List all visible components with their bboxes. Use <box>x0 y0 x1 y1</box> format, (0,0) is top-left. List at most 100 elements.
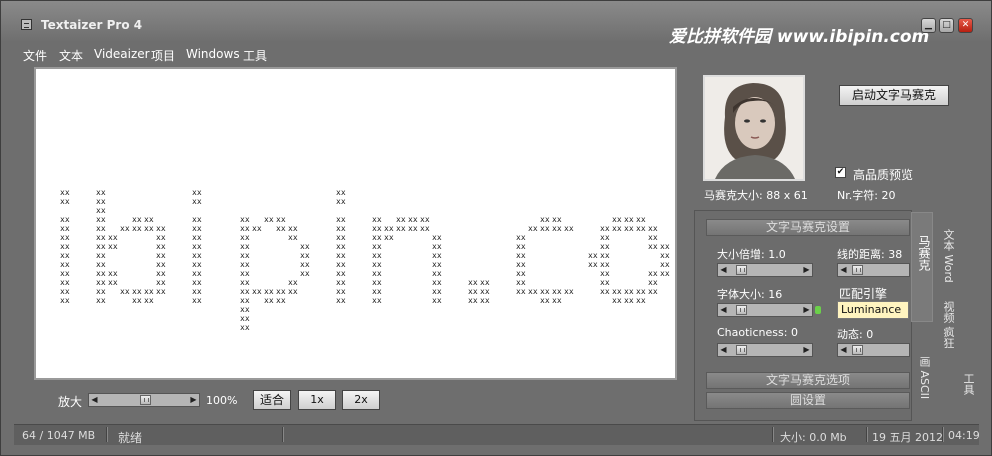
slider-thumb[interactable] <box>736 265 747 275</box>
mosaic-canvas[interactable]: xx xx xx xx xx xx xx xx xx xx xx xx xx xx xx xx xx xx xx xx… <box>34 67 677 380</box>
tab-tools[interactable]: 工具 <box>958 373 976 413</box>
chaoticness-label: Chaoticness: 0 <box>717 326 798 339</box>
dynamic-label: 动态: 0 <box>837 328 874 341</box>
mosaic-char: xx <box>108 269 118 278</box>
dynamic-slider[interactable]: ◀ <box>837 343 910 357</box>
mosaic-char: xx <box>336 242 346 251</box>
mosaic-char: xx <box>120 287 130 296</box>
status-state: 就绪 <box>118 431 143 445</box>
arrow-right-icon[interactable]: ▶ <box>802 305 811 315</box>
mosaic-char: xx <box>264 296 274 305</box>
mosaic-char: xx <box>336 278 346 287</box>
menu-windows[interactable]: Windows <box>186 47 240 61</box>
mosaic-char: xx <box>552 287 562 296</box>
slider-thumb[interactable] <box>736 345 747 355</box>
mosaic-char: xx <box>660 242 670 251</box>
menu-videaizer[interactable]: Videaizer <box>94 47 150 61</box>
zoom-slider-thumb[interactable] <box>139 395 151 405</box>
circle-settings-button[interactable]: 圆设置 <box>706 392 910 409</box>
mosaic-char: xx <box>648 278 658 287</box>
line-distance-slider[interactable]: ◀ <box>837 263 910 277</box>
mosaic-char: xx <box>540 215 550 224</box>
mosaic-char: xx <box>60 269 70 278</box>
mosaic-char: xx <box>480 296 490 305</box>
text-mosaic-settings-header[interactable]: 文字马赛克设置 <box>706 219 910 236</box>
match-engine-select[interactable]: Luminance <box>837 301 909 319</box>
source-image-thumbnail[interactable] <box>703 75 805 181</box>
chaoticness-slider[interactable]: ◀ ▶ <box>717 343 813 357</box>
zoom-value: 100% <box>206 394 238 407</box>
mosaic-char: xx <box>528 287 538 296</box>
fit-button[interactable]: 适合 <box>253 390 291 410</box>
mosaic-char: xx <box>660 260 670 269</box>
mosaic-char: xx <box>60 233 70 242</box>
mosaic-char: xx <box>144 215 154 224</box>
close-button[interactable]: ✕ <box>958 18 973 33</box>
mosaic-char: xx <box>636 224 646 233</box>
mosaic-char: xx <box>336 287 346 296</box>
arrow-left-icon[interactable]: ◀ <box>90 395 99 405</box>
tab-mosaic[interactable]: 马赛克 <box>911 212 933 322</box>
arrow-left-icon[interactable]: ◀ <box>719 305 728 315</box>
mosaic-char: xx <box>600 251 610 260</box>
mosaic-char: xx <box>432 251 442 260</box>
menu-tools[interactable]: 工具 <box>243 47 267 64</box>
menu-text[interactable]: 文本 <box>59 47 83 64</box>
mosaic-char: xx <box>432 278 442 287</box>
arrow-left-icon[interactable]: ◀ <box>839 265 848 275</box>
tab-video-crazy[interactable]: 视频 疯狂 <box>938 301 956 361</box>
menu-file[interactable]: 文件 <box>23 47 47 64</box>
arrow-right-icon[interactable]: ▶ <box>802 265 811 275</box>
slider-thumb[interactable] <box>852 345 863 355</box>
close-icon: ✕ <box>961 20 970 30</box>
mosaic-char: xx <box>648 233 658 242</box>
mosaic-char: xx <box>516 233 526 242</box>
mosaic-char: xx <box>60 224 70 233</box>
mosaic-char: xx <box>420 224 430 233</box>
maximize-button[interactable]: □ <box>939 18 954 33</box>
tab-ascii-draw[interactable]: 画 ASCII <box>914 356 932 401</box>
zoom-1x-button[interactable]: 1x <box>298 390 336 410</box>
mosaic-char: xx <box>600 260 610 269</box>
font-size-slider[interactable]: ◀ ▶ <box>717 303 813 317</box>
size-multiplier-label: 大小倍增: 1.0 <box>717 248 786 261</box>
mosaic-char: xx <box>60 197 70 206</box>
text-mosaic-options-button[interactable]: 文字马赛克选项 <box>706 372 910 389</box>
menu-project[interactable]: 项目 <box>151 47 175 64</box>
start-text-mosaic-button[interactable]: 启动文字马赛克 <box>839 85 949 106</box>
size-multiplier-slider[interactable]: ◀ ▶ <box>717 263 813 277</box>
minimize-button[interactable]: ▁ <box>921 18 936 33</box>
mosaic-char: xx <box>192 260 202 269</box>
mosaic-char: xx <box>60 260 70 269</box>
mosaic-char: xx <box>108 233 118 242</box>
zoom-2x-button[interactable]: 2x <box>342 390 380 410</box>
status-time: 04:19 <box>948 429 980 442</box>
arrow-right-icon[interactable]: ▶ <box>189 395 198 405</box>
tab-text-word[interactable]: 文本 Word <box>938 229 956 289</box>
mosaic-char: xx <box>156 224 166 233</box>
mosaic-char: xx <box>624 287 634 296</box>
mosaic-char: xx <box>624 296 634 305</box>
mosaic-char: xx <box>240 269 250 278</box>
mosaic-char: xx <box>96 269 106 278</box>
zoom-slider[interactable]: ◀ ▶ <box>88 393 200 407</box>
mosaic-char: xx <box>384 224 394 233</box>
mosaic-char: xx <box>132 224 142 233</box>
arrow-right-icon[interactable]: ▶ <box>802 345 811 355</box>
title-bar[interactable]: Textaizer Pro 4 爱比拼软件园 www.ibipin.com ▁ … <box>1 1 991 47</box>
mosaic-char: xx <box>396 224 406 233</box>
mosaic-char: xx <box>372 233 382 242</box>
hq-preview-checkbox[interactable]: ✔ <box>835 167 846 178</box>
app-icon[interactable] <box>21 19 32 30</box>
arrow-left-icon[interactable]: ◀ <box>839 345 848 355</box>
mosaic-char: xx <box>648 242 658 251</box>
slider-thumb[interactable] <box>736 305 747 315</box>
mosaic-char: xx <box>540 296 550 305</box>
mosaic-char: xx <box>552 224 562 233</box>
mosaic-char: xx <box>468 296 478 305</box>
arrow-left-icon[interactable]: ◀ <box>719 265 728 275</box>
mosaic-size-text: 马赛克大小: 88 x 61 <box>704 189 808 202</box>
minimize-icon: ▁ <box>925 20 932 30</box>
arrow-left-icon[interactable]: ◀ <box>719 345 728 355</box>
slider-thumb[interactable] <box>852 265 863 275</box>
